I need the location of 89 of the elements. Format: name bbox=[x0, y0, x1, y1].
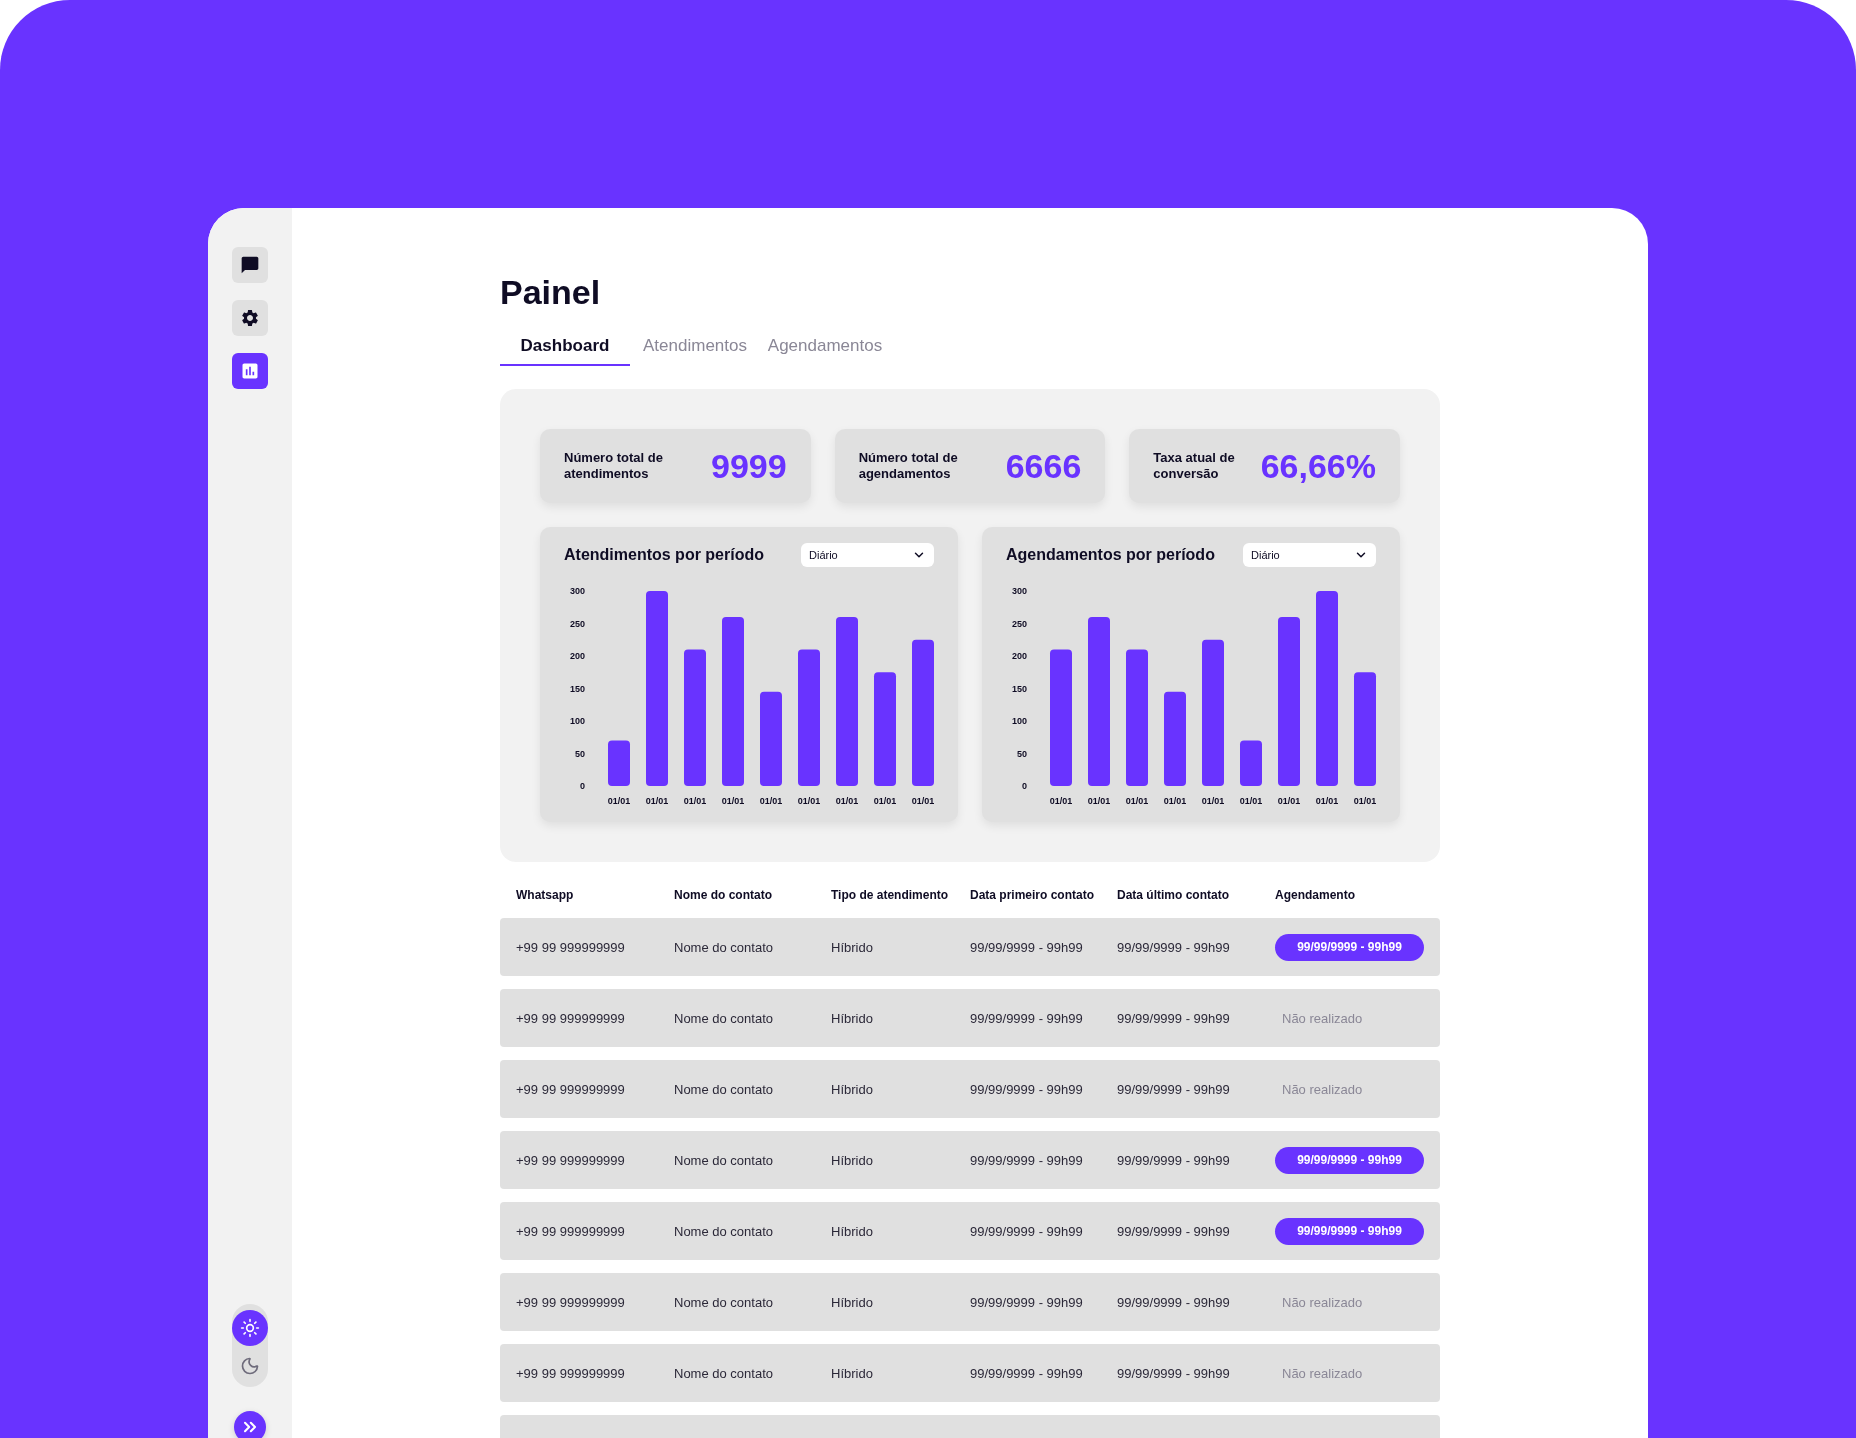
stat-value: 66,66% bbox=[1260, 446, 1376, 486]
table-cell-text: 99/99/9999 - 99h99 bbox=[1117, 1294, 1231, 1310]
table-cell-text: Nome do contato bbox=[674, 1081, 774, 1097]
y-tick-label: 150 bbox=[569, 683, 585, 694]
x-tick-label: 01/01 bbox=[759, 796, 783, 806]
x-tick-label: 01/01 bbox=[1163, 796, 1187, 806]
table-cell-text: +99 99 999999999 bbox=[516, 1365, 626, 1381]
table-cell-text: 99/99/9999 - 99h99 bbox=[1117, 1223, 1231, 1239]
column-header: Nome do contato bbox=[674, 888, 773, 902]
stat-value: 9999 bbox=[711, 446, 787, 486]
table-cell-text: Nome do contato bbox=[674, 1365, 774, 1381]
y-tick-label: 150 bbox=[1011, 683, 1027, 694]
y-tick-label: 300 bbox=[1011, 586, 1027, 596]
table-cell-text: Híbrido bbox=[831, 1294, 874, 1310]
y-tick-label: 50 bbox=[575, 748, 585, 759]
table-cell-text: Nome do contato bbox=[674, 1010, 774, 1026]
y-tick-label: 200 bbox=[1011, 651, 1027, 661]
column-header: Data último contato bbox=[1117, 888, 1230, 902]
table-cell-text: +99 99 999999999 bbox=[516, 939, 626, 955]
x-tick-label: 01/01 bbox=[797, 796, 821, 806]
table-cell-text: Não realizado bbox=[1281, 1081, 1364, 1097]
table-cell-text: Híbrido bbox=[831, 939, 874, 955]
x-tick-label: 01/01 bbox=[911, 796, 935, 806]
y-tick-label: 0 bbox=[580, 781, 585, 791]
table-cell-text: Híbrido bbox=[831, 1365, 874, 1381]
x-tick-label: 01/01 bbox=[607, 796, 631, 806]
column-header: Tipo de atendimento bbox=[831, 888, 950, 902]
y-tick-label: 100 bbox=[569, 716, 585, 726]
chart-title: Agendamentos por período bbox=[1006, 545, 1215, 565]
column-header: Data primeiro contato bbox=[970, 888, 1096, 902]
x-tick-label: 01/01 bbox=[645, 796, 669, 806]
table-cell-text: Não realizado bbox=[1281, 1365, 1364, 1381]
table-cell-text: 99/99/9999 - 99h99 bbox=[1117, 1010, 1231, 1026]
x-tick-label: 01/01 bbox=[683, 796, 707, 806]
x-tick-label: 01/01 bbox=[1239, 796, 1263, 806]
table-cell-text: Nome do contato bbox=[674, 1152, 774, 1168]
y-tick-label: 100 bbox=[1011, 716, 1027, 726]
table-cell-text: +99 99 999999999 bbox=[516, 1152, 626, 1168]
x-tick-label: 01/01 bbox=[1353, 796, 1377, 806]
appointment-badge: 99/99/9999 - 99h99 bbox=[1275, 1146, 1424, 1174]
x-tick-label: 01/01 bbox=[1087, 796, 1111, 806]
stat-label: Número total de agendamentos bbox=[858, 450, 959, 482]
y-tick-label: 300 bbox=[569, 586, 585, 596]
table-cell-text: 99/99/9999 - 99h99 bbox=[1117, 1081, 1231, 1097]
table-cell-text: Híbrido bbox=[831, 1010, 874, 1026]
y-tick-label: 50 bbox=[1017, 748, 1027, 759]
table-cell-text: +99 99 999999999 bbox=[516, 1294, 626, 1310]
x-tick-label: 01/01 bbox=[873, 796, 897, 806]
y-tick-label: 250 bbox=[569, 618, 585, 629]
page-title: Painel bbox=[500, 272, 601, 312]
stat-value: 6666 bbox=[1005, 446, 1082, 486]
table-cell-text: Não realizado bbox=[1281, 1010, 1364, 1026]
table-cell-text: Nome do contato bbox=[674, 1294, 774, 1310]
x-tick-label: 01/01 bbox=[1049, 796, 1073, 806]
table-cell-text: 99/99/9999 - 99h99 bbox=[970, 1010, 1084, 1026]
x-tick-label: 01/01 bbox=[1277, 796, 1301, 806]
table-cell-text: Híbrido bbox=[831, 1223, 874, 1239]
table-cell-text: Híbrido bbox=[831, 1152, 874, 1168]
y-tick-label: 250 bbox=[1011, 618, 1027, 629]
table-cell-text: 99/99/9999 - 99h99 bbox=[1117, 1365, 1231, 1381]
table-cell-text: 99/99/9999 - 99h99 bbox=[1117, 1152, 1231, 1168]
table-cell-text: 99/99/9999 - 99h99 bbox=[970, 1294, 1084, 1310]
table-cell-text: 99/99/9999 - 99h99 bbox=[970, 1223, 1084, 1239]
table-cell-text: +99 99 999999999 bbox=[516, 1081, 626, 1097]
appointment-badge: 99/99/9999 - 99h99 bbox=[1275, 1217, 1424, 1245]
y-tick-label: 0 bbox=[1022, 781, 1027, 791]
table-cell-text: +99 99 999999999 bbox=[516, 1010, 626, 1026]
x-tick-label: 01/01 bbox=[1125, 796, 1149, 806]
x-tick-label: 01/01 bbox=[835, 796, 859, 806]
table-cell-text: Nome do contato bbox=[674, 1223, 774, 1239]
x-tick-label: 01/01 bbox=[1315, 796, 1339, 806]
column-header: Agendamento bbox=[1275, 888, 1356, 902]
table-cell-text: +99 99 999999999 bbox=[516, 1223, 626, 1239]
table-cell-text: 99/99/9999 - 99h99 bbox=[1117, 939, 1231, 955]
appointment-badge: 99/99/9999 - 99h99 bbox=[1275, 933, 1424, 961]
table-cell-text: 99/99/9999 - 99h99 bbox=[970, 1081, 1084, 1097]
table-cell-text: 99/99/9999 - 99h99 bbox=[970, 1152, 1084, 1168]
x-tick-label: 01/01 bbox=[721, 796, 745, 806]
table-cell-text: 99/99/9999 - 99h99 bbox=[970, 939, 1084, 955]
table-cell-text: Nome do contato bbox=[674, 939, 774, 955]
stat-label: Número total de atendimentos bbox=[564, 450, 664, 482]
chart-title: Atendimentos por período bbox=[564, 545, 764, 565]
y-tick-label: 200 bbox=[569, 651, 585, 661]
table-cell-text: Híbrido bbox=[831, 1081, 874, 1097]
table-cell-text: 99/99/9999 - 99h99 bbox=[970, 1365, 1084, 1381]
x-tick-label: 01/01 bbox=[1201, 796, 1225, 806]
stat-label: Taxa atual de conversão bbox=[1153, 450, 1236, 482]
table-cell-text: Não realizado bbox=[1281, 1294, 1364, 1310]
column-header: Whatsapp bbox=[516, 888, 575, 902]
